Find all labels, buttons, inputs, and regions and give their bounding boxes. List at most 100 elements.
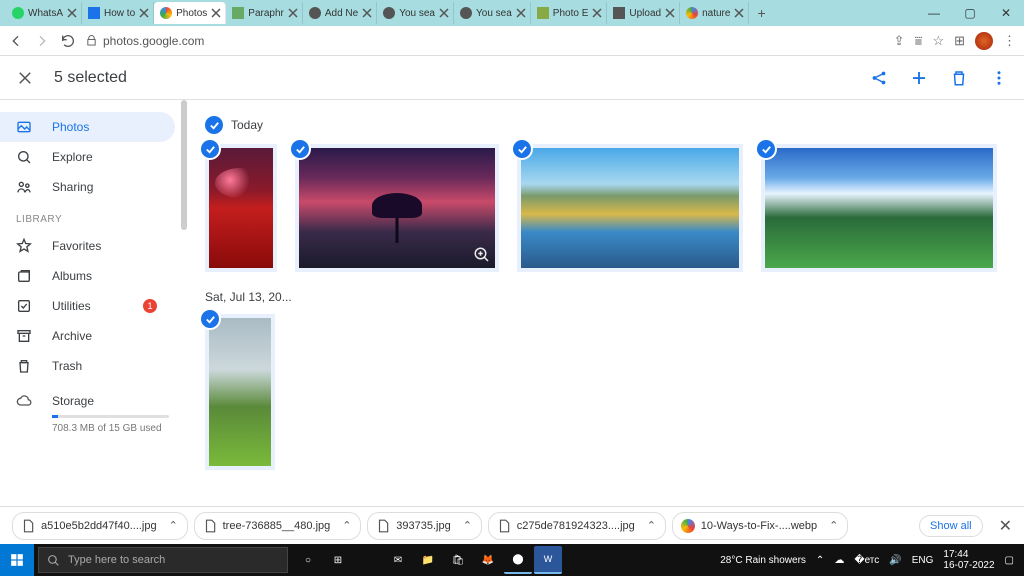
tray-chevron-icon[interactable]: ⌃	[816, 555, 824, 566]
download-item[interactable]: c275de781924323....jpg⌃	[488, 512, 666, 540]
file-icon	[376, 519, 390, 533]
chevron-up-icon[interactable]: ⌃	[463, 519, 473, 532]
tray-onedrive-icon[interactable]: ☁	[834, 555, 844, 566]
app-edge[interactable]	[354, 546, 382, 574]
close-icon[interactable]	[734, 8, 744, 18]
tab-photos[interactable]: Photos	[154, 2, 226, 24]
app-explorer[interactable]: 📁	[414, 546, 442, 574]
download-item[interactable]: tree-736885__480.jpg⌃	[194, 512, 362, 540]
tray-wifi-icon[interactable]: �етс	[854, 555, 879, 566]
check-icon[interactable]	[513, 140, 531, 158]
back-button[interactable]	[8, 33, 24, 49]
close-window-button[interactable]: ✕	[988, 6, 1024, 20]
close-icon[interactable]	[288, 8, 298, 18]
lock-icon	[86, 35, 97, 46]
delete-button[interactable]	[950, 69, 968, 87]
bookmark-icon[interactable]: ☆	[932, 33, 944, 49]
reload-button[interactable]	[60, 33, 76, 49]
forward-button[interactable]	[34, 33, 50, 49]
tray-clock[interactable]: 17:4416-07-2022	[943, 549, 994, 571]
tab-whatsapp[interactable]: WhatsA	[6, 2, 82, 24]
close-icon[interactable]	[516, 8, 526, 18]
taskbar-apps: ○ ⊞ ✉ 📁 🛍 🦊 ⬤ W	[294, 546, 562, 574]
tab-nature[interactable]: nature	[680, 2, 749, 24]
nav-archive[interactable]: Archive	[0, 321, 175, 351]
close-icon[interactable]	[211, 8, 221, 18]
tab-paraphr[interactable]: Paraphr	[226, 2, 303, 24]
nav-albums[interactable]: Albums	[0, 261, 175, 291]
chevron-up-icon[interactable]: ⌃	[342, 519, 352, 532]
photo-item[interactable]	[517, 144, 743, 272]
close-icon[interactable]	[592, 8, 602, 18]
tray-lang[interactable]: ENG	[912, 555, 934, 566]
close-icon[interactable]	[139, 8, 149, 18]
maximize-button[interactable]: ▢	[952, 6, 988, 20]
weather-widget[interactable]: 28°C Rain showers	[720, 555, 806, 566]
selection-header: 5 selected	[0, 56, 1024, 100]
minimize-button[interactable]: —	[916, 6, 952, 20]
app-store[interactable]: 🛍	[444, 546, 472, 574]
translate-icon[interactable]: ⩸	[915, 33, 923, 49]
close-selection-button[interactable]	[16, 69, 34, 87]
sidebar-scrollbar[interactable]	[181, 100, 187, 500]
check-icon[interactable]	[201, 310, 219, 328]
share-url-icon[interactable]: ⇪	[894, 33, 905, 49]
app-cortana[interactable]: ○	[294, 546, 322, 574]
check-icon[interactable]	[757, 140, 775, 158]
close-icon[interactable]	[665, 8, 675, 18]
chrome-menu-icon[interactable]: ⋮	[1003, 33, 1016, 49]
zoom-icon[interactable]	[473, 246, 491, 264]
tab-howto[interactable]: How to	[82, 2, 154, 24]
taskbar-search[interactable]: Type here to search	[38, 547, 288, 573]
check-icon[interactable]	[201, 140, 219, 158]
tab-upload[interactable]: Upload	[607, 2, 680, 24]
close-icon[interactable]	[67, 8, 77, 18]
photo-item[interactable]	[761, 144, 997, 272]
date-header-jul13[interactable]: Sat, Jul 13, 20...	[205, 290, 1004, 304]
tray-volume-icon[interactable]: 🔊	[889, 555, 901, 566]
app-mail[interactable]: ✉	[384, 546, 412, 574]
nav-photos[interactable]: Photos	[0, 112, 175, 142]
tab-yousea2[interactable]: You sea	[454, 2, 531, 24]
share-button[interactable]	[870, 69, 888, 87]
photo-item[interactable]	[205, 314, 275, 470]
nav-trash[interactable]: Trash	[0, 351, 175, 381]
close-icon[interactable]	[439, 8, 449, 18]
add-button[interactable]	[910, 69, 928, 87]
app-firefox[interactable]: 🦊	[474, 546, 502, 574]
new-tab-button[interactable]: +	[757, 5, 765, 21]
app-taskview[interactable]: ⊞	[324, 546, 352, 574]
photo-item[interactable]	[295, 144, 499, 272]
chevron-up-icon[interactable]: ⌃	[169, 519, 179, 532]
nav-favorites[interactable]: Favorites	[0, 231, 175, 261]
more-button[interactable]	[990, 69, 1008, 87]
check-icon[interactable]	[291, 140, 309, 158]
file-icon	[203, 519, 217, 533]
profile-avatar[interactable]	[975, 32, 993, 50]
nav-utilities[interactable]: Utilities1	[0, 291, 175, 321]
show-all-button[interactable]: Show all	[919, 515, 983, 537]
file-icon	[21, 519, 35, 533]
tab-photoe[interactable]: Photo E	[531, 2, 608, 24]
sidebar: Photos Explore Sharing LIBRARY Favorites…	[0, 100, 185, 500]
nav-explore[interactable]: Explore	[0, 142, 175, 172]
nav-sharing[interactable]: Sharing	[0, 172, 175, 202]
photo-item[interactable]	[205, 144, 277, 272]
close-icon[interactable]	[362, 8, 372, 18]
app-word[interactable]: W	[534, 546, 562, 574]
close-shelf-button[interactable]: ✕	[999, 516, 1012, 536]
chevron-up-icon[interactable]: ⌃	[829, 519, 839, 532]
date-header-today[interactable]: Today	[205, 116, 1004, 134]
chevron-up-icon[interactable]: ⌃	[647, 519, 657, 532]
url-field[interactable]: photos.google.com	[86, 34, 884, 48]
tray-notifications-icon[interactable]: ▢	[1005, 555, 1014, 566]
tab-addne[interactable]: Add Ne	[303, 2, 377, 24]
start-button[interactable]	[0, 544, 34, 576]
tab-yousea1[interactable]: You sea	[377, 2, 454, 24]
download-item[interactable]: a510e5b2dd47f40....jpg⌃	[12, 512, 188, 540]
download-item[interactable]: 393735.jpg⌃	[367, 512, 481, 540]
download-item[interactable]: 10-Ways-to-Fix-....webp⌃	[672, 512, 848, 540]
extensions-icon[interactable]: ⊞	[954, 33, 965, 49]
app-chrome[interactable]: ⬤	[504, 546, 532, 574]
check-icon	[205, 116, 223, 134]
